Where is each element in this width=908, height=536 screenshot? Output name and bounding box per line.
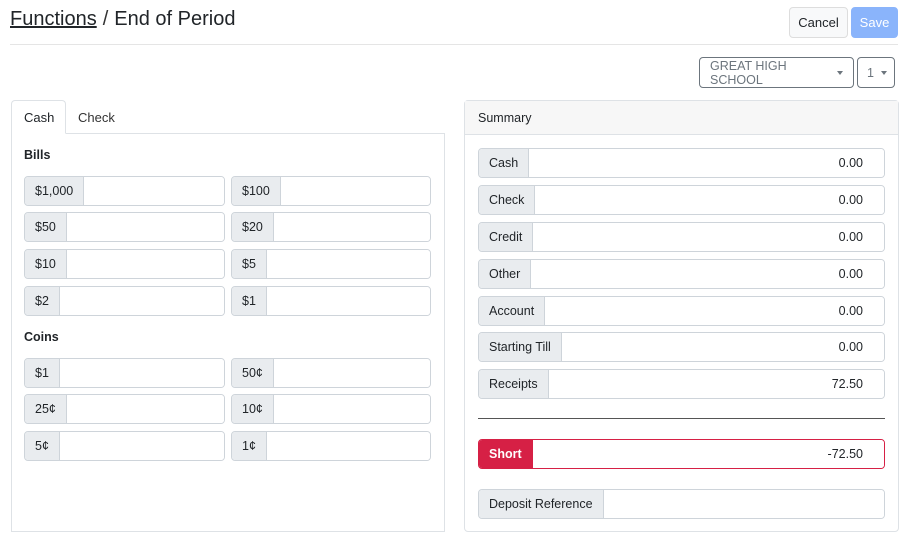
input-label: $1: [25, 359, 60, 387]
bill-10-input[interactable]: $10: [24, 249, 225, 279]
bills-heading: Bills: [24, 148, 51, 162]
short-value: -72.50: [532, 440, 884, 468]
summary-value: 0.00: [545, 297, 884, 325]
school-dropdown-value: GREAT HIGH SCHOOL: [710, 58, 787, 87]
denomination-panel: Cash Check Bills $1,000 $100 $50 $20 $10…: [11, 100, 445, 532]
summary-label: Other: [479, 260, 532, 288]
short-label: Short: [479, 440, 533, 468]
input-label: $1: [232, 287, 267, 315]
summary-label: Credit: [479, 223, 534, 251]
summary-header: Summary: [465, 101, 898, 135]
summary-other-row: Other 0.00: [478, 259, 885, 289]
input-label: 5¢: [25, 432, 60, 460]
summary-value: 0.00: [531, 260, 884, 288]
summary-cash-row: Cash 0.00: [478, 148, 885, 178]
bill-1000-input[interactable]: $1,000: [24, 176, 225, 206]
summary-value: 72.50: [548, 370, 884, 398]
input-label: $2: [25, 287, 60, 315]
input-label: $5: [232, 250, 267, 278]
summary-label: Starting Till: [479, 333, 562, 361]
summary-label: Cash: [479, 149, 530, 177]
bill-50-input[interactable]: $50: [24, 212, 225, 242]
summary-credit-row: Credit 0.00: [478, 222, 885, 252]
input-field[interactable]: [273, 359, 430, 387]
input-field[interactable]: [273, 395, 430, 423]
input-field[interactable]: [66, 395, 224, 423]
breadcrumb: Functions / End of Period: [10, 8, 235, 31]
coins-heading: Coins: [24, 330, 59, 344]
bill-100-input[interactable]: $100: [231, 176, 431, 206]
coin-1-dollar-input[interactable]: $1: [24, 358, 225, 388]
summary-value: 0.00: [535, 186, 884, 214]
coin-5-cent-input[interactable]: 5¢: [24, 431, 225, 461]
bill-20-input[interactable]: $20: [231, 212, 431, 242]
tab-check[interactable]: Check: [66, 100, 127, 134]
input-field[interactable]: [266, 250, 430, 278]
coin-1-cent-input[interactable]: 1¢: [231, 431, 431, 461]
school-dropdown[interactable]: GREAT HIGH SCHOOL: [699, 57, 854, 88]
input-field[interactable]: [280, 177, 430, 205]
input-label: 50¢: [232, 359, 274, 387]
bill-2-input[interactable]: $2: [24, 286, 225, 316]
summary-divider: [478, 418, 885, 419]
period-dropdown[interactable]: 1: [857, 57, 895, 88]
input-label: 1¢: [232, 432, 267, 460]
input-label: $100: [232, 177, 281, 205]
caret-down-icon: [880, 70, 887, 75]
input-field[interactable]: [59, 287, 224, 315]
summary-value: 0.00: [561, 333, 884, 361]
summary-starting-till-row: Starting Till 0.00: [478, 332, 885, 362]
input-label: 10¢: [232, 395, 274, 423]
coin-25-cent-input[interactable]: 25¢: [24, 394, 225, 424]
save-button[interactable]: Save: [851, 7, 898, 38]
summary-receipts-row: Receipts 72.50: [478, 369, 885, 399]
period-dropdown-value: 1: [867, 65, 874, 80]
cancel-button[interactable]: Cancel: [789, 7, 848, 38]
summary-label: Receipts: [479, 370, 549, 398]
deposit-reference-field[interactable]: [603, 490, 884, 518]
coin-10-cent-input[interactable]: 10¢: [231, 394, 431, 424]
input-label: $10: [25, 250, 67, 278]
header-divider: [10, 44, 898, 45]
input-label: $1,000: [25, 177, 85, 205]
caret-down-icon: [837, 70, 843, 75]
summary-label: Check: [479, 186, 536, 214]
input-label: $50: [25, 213, 67, 241]
input-field[interactable]: [266, 432, 430, 460]
input-label: $20: [232, 213, 274, 241]
breadcrumb-separator: /: [102, 8, 109, 30]
deposit-reference-label: Deposit Reference: [479, 490, 604, 518]
input-field[interactable]: [59, 359, 224, 387]
summary-value: 0.00: [533, 223, 884, 251]
bill-5-input[interactable]: $5: [231, 249, 431, 279]
input-field[interactable]: [273, 213, 430, 241]
input-field[interactable]: [59, 432, 224, 460]
input-field[interactable]: [84, 177, 224, 205]
short-row: Short -72.50: [478, 439, 885, 469]
summary-label: Account: [479, 297, 546, 325]
input-field[interactable]: [66, 250, 224, 278]
coin-50-cent-input[interactable]: 50¢: [231, 358, 431, 388]
summary-check-row: Check 0.00: [478, 185, 885, 215]
summary-card: Summary Cash 0.00 Check 0.00 Credit 0.00 Ot…: [464, 100, 899, 532]
bill-1-input[interactable]: $1: [231, 286, 431, 316]
input-field[interactable]: [266, 287, 430, 315]
summary-value: 0.00: [529, 149, 884, 177]
breadcrumb-functions-link[interactable]: Functions: [10, 8, 97, 30]
tab-cash[interactable]: Cash: [11, 100, 66, 134]
page-title: End of Period: [114, 8, 236, 30]
tab-bar: Cash Check: [11, 100, 445, 134]
summary-account-row: Account 0.00: [478, 296, 885, 326]
input-field[interactable]: [66, 213, 224, 241]
input-label: 25¢: [25, 395, 67, 423]
deposit-reference-input[interactable]: Deposit Reference: [478, 489, 885, 519]
